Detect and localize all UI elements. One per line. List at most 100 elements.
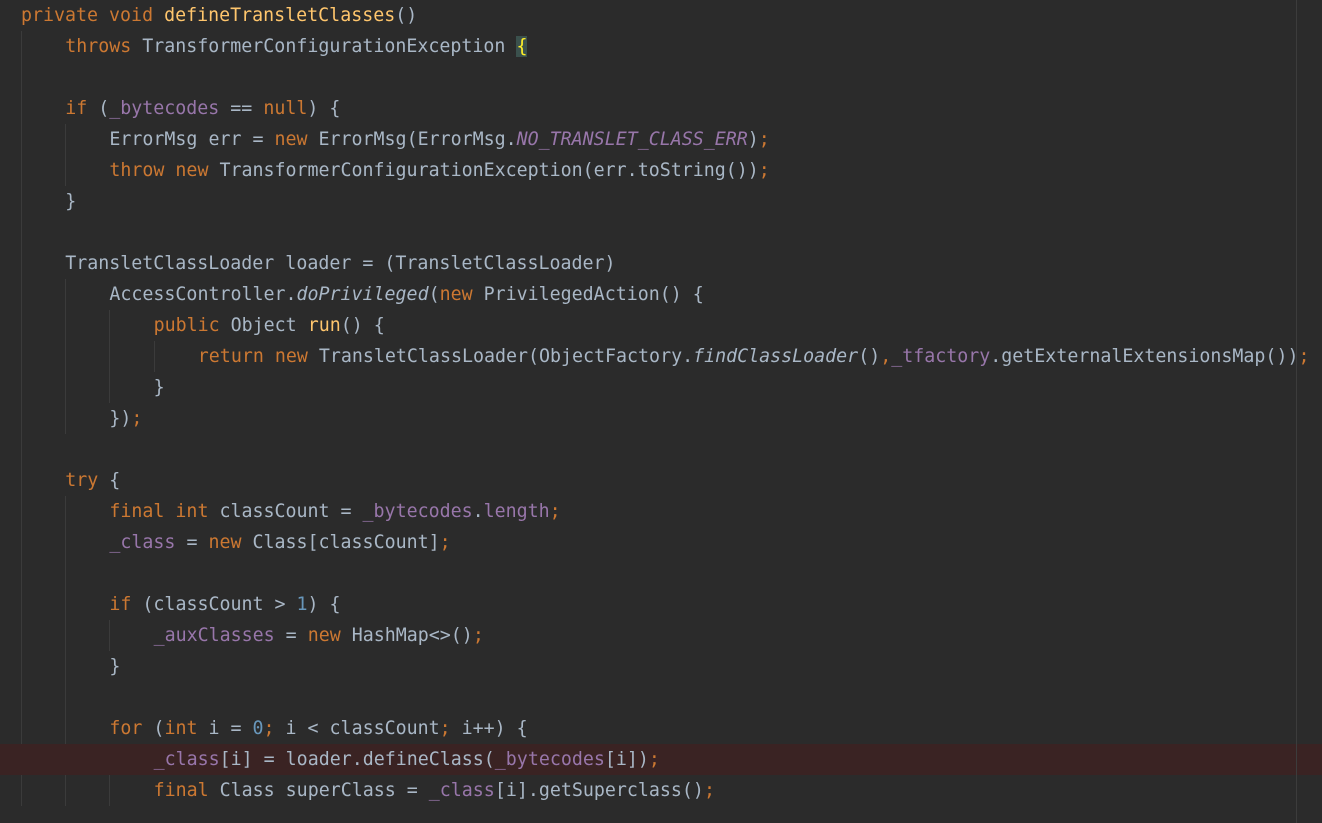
code-token: AccessController. xyxy=(109,284,297,305)
code-line[interactable] xyxy=(0,558,1322,589)
code-token: ( xyxy=(428,284,440,305)
code-token: findClassLoader xyxy=(693,346,859,367)
code-token: () xyxy=(858,346,881,367)
code-token: throws xyxy=(65,36,143,57)
code-text: TransletClassLoader loader = (TransletCl… xyxy=(65,248,615,279)
code-token: if xyxy=(65,98,99,119)
code-token: Class superClass = xyxy=(219,780,429,801)
code-token: null xyxy=(263,98,308,119)
code-line[interactable] xyxy=(0,682,1322,713)
code-line[interactable]: return new TransletClassLoader(ObjectFac… xyxy=(0,341,1322,372)
code-token: if xyxy=(109,594,143,615)
code-line[interactable]: AccessController.doPrivileged(new Privil… xyxy=(0,279,1322,310)
code-line[interactable]: try { xyxy=(0,465,1322,496)
code-line[interactable]: } xyxy=(0,372,1322,403)
code-token: i++) { xyxy=(461,718,528,739)
code-token: length xyxy=(483,501,550,522)
code-token: return new xyxy=(197,346,319,367)
code-line[interactable]: } xyxy=(0,651,1322,682)
code-line[interactable]: private void defineTransletClasses() xyxy=(0,0,1322,31)
code-text: } xyxy=(65,186,76,217)
code-token: run xyxy=(307,315,341,336)
code-token: Object xyxy=(230,315,308,336)
code-token: , xyxy=(880,346,892,367)
code-token: final xyxy=(153,780,220,801)
code-line[interactable]: } xyxy=(0,186,1322,217)
code-line[interactable]: public Object run() { xyxy=(0,310,1322,341)
code-token: TransformerConfigurationException(err.to… xyxy=(219,160,759,181)
code-text: return new TransletClassLoader(ObjectFac… xyxy=(198,341,1310,372)
code-token: new xyxy=(208,532,253,553)
code-token: _class xyxy=(109,532,176,553)
code-token: () xyxy=(395,5,418,26)
code-text: } xyxy=(109,651,120,682)
code-token: final int xyxy=(109,501,220,522)
code-token: _tfactory xyxy=(891,346,991,367)
code-token: == xyxy=(219,98,264,119)
code-line[interactable]: if (classCount > 1) { xyxy=(0,589,1322,620)
code-text: AccessController.doPrivileged(new Privil… xyxy=(109,279,703,310)
code-text: _class[i] = loader.defineClass(_bytecode… xyxy=(154,744,660,775)
code-token: ; xyxy=(263,718,286,739)
code-token: ; xyxy=(131,408,143,429)
code-token: } xyxy=(65,191,77,212)
code-line[interactable]: TransletClassLoader loader = (TransletCl… xyxy=(0,248,1322,279)
code-token: ; xyxy=(549,501,561,522)
code-line[interactable] xyxy=(0,62,1322,93)
code-token: _class xyxy=(428,780,495,801)
code-text: private void defineTransletClasses() xyxy=(21,0,417,31)
code-token: classCount = xyxy=(219,501,363,522)
code-token: PrivilegedAction() { xyxy=(483,284,704,305)
code-text: } xyxy=(154,372,165,403)
code-token: NO_TRANSLET_CLASS_ERR xyxy=(516,129,748,150)
code-text: ErrorMsg err = new ErrorMsg(ErrorMsg.NO_… xyxy=(109,124,769,155)
code-token: ErrorMsg err = xyxy=(109,129,275,150)
code-token: ; xyxy=(758,160,770,181)
code-token: }) xyxy=(109,408,132,429)
code-token: i < classCount xyxy=(285,718,440,739)
code-editor[interactable]: private void defineTransletClasses() thro… xyxy=(0,0,1322,823)
code-text: try { xyxy=(65,465,120,496)
code-token: } xyxy=(153,377,165,398)
code-token: public xyxy=(153,315,231,336)
code-token: TransletClassLoader loader = (TransletCl… xyxy=(65,253,616,274)
code-line[interactable]: _auxClasses = new HashMap<>(); xyxy=(0,620,1322,651)
code-token: [i]) xyxy=(604,749,649,770)
code-text: if (_bytecodes == null) { xyxy=(65,93,340,124)
code-token: = xyxy=(274,625,308,646)
code-line[interactable]: if (_bytecodes == null) { xyxy=(0,93,1322,124)
code-text: throws TransformerConfigurationException… xyxy=(65,31,528,62)
code-token: 0 xyxy=(252,718,264,739)
code-token: throw new xyxy=(109,160,220,181)
code-token: ; xyxy=(648,749,660,770)
code-token: ; xyxy=(439,718,462,739)
code-token: HashMap<>() xyxy=(351,625,473,646)
right-margin-guide xyxy=(1296,0,1297,823)
code-line[interactable]: }); xyxy=(0,403,1322,434)
code-token: new xyxy=(307,625,352,646)
code-line[interactable]: final int classCount = _bytecodes.length… xyxy=(0,496,1322,527)
code-token: ; xyxy=(703,780,715,801)
code-token: try xyxy=(65,470,110,491)
code-token: _bytecodes xyxy=(109,98,220,119)
code-token: ; xyxy=(439,532,451,553)
code-line[interactable]: ErrorMsg err = new ErrorMsg(ErrorMsg.NO_… xyxy=(0,124,1322,155)
code-line[interactable]: throws TransformerConfigurationException… xyxy=(0,31,1322,62)
code-token: _bytecodes xyxy=(362,501,473,522)
code-text: public Object run() { xyxy=(154,310,385,341)
code-line[interactable]: throw new TransformerConfigurationExcept… xyxy=(0,155,1322,186)
code-text: if (classCount > 1) { xyxy=(109,589,340,620)
code-token: . xyxy=(472,501,484,522)
code-line[interactable] xyxy=(0,217,1322,248)
code-token: _auxClasses xyxy=(153,625,275,646)
breakpoint-line[interactable]: _class[i] = loader.defineClass(_bytecode… xyxy=(0,744,1322,775)
code-line[interactable]: final Class superClass = _class[i].getSu… xyxy=(0,775,1322,806)
code-token: doPrivileged xyxy=(296,284,429,305)
matched-brace: { xyxy=(516,36,528,57)
code-token: TransletClassLoader(ObjectFactory. xyxy=(318,346,694,367)
code-line[interactable]: for (int i = 0; i < classCount; i++) { xyxy=(0,713,1322,744)
code-token: ; xyxy=(758,129,770,150)
code-line[interactable] xyxy=(0,434,1322,465)
code-token: (classCount > xyxy=(142,594,297,615)
code-line[interactable]: _class = new Class[classCount]; xyxy=(0,527,1322,558)
